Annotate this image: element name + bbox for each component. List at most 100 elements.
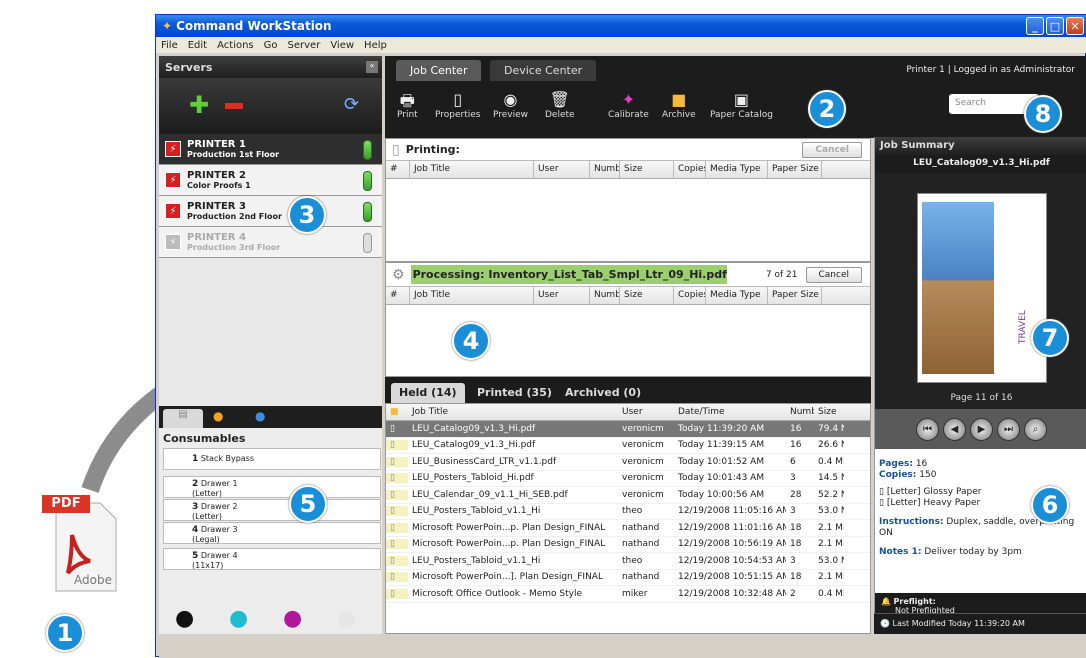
tray-item[interactable]: 5 Drawer 4 (11x17)	[163, 548, 381, 570]
job-list-tabs: Held (14) Printed (35) Archived (0)	[385, 377, 871, 403]
user-cell: veronicm	[622, 473, 664, 484]
number-cell: 16	[790, 423, 802, 434]
tray-item[interactable]: 3 Drawer 2 (Letter)	[163, 499, 381, 521]
col-number[interactable]: Numbe	[590, 161, 620, 178]
col-copies[interactable]: Copies	[674, 161, 706, 178]
menu-file[interactable]: File	[161, 40, 178, 51]
size-cell: 26.6 N	[818, 440, 844, 451]
menu-view[interactable]: View	[330, 40, 354, 51]
col-job-title[interactable]: Job Title	[408, 407, 618, 417]
server-list: ⚡ PRINTER 1 Production 1st Floor ⚡ PRINTE…	[159, 134, 382, 420]
tab-job-center[interactable]: Job Center	[396, 60, 482, 81]
previous-page-button[interactable]: ◀	[943, 417, 966, 441]
col-media-type[interactable]: Media Type	[706, 161, 768, 178]
table-row[interactable]: ▯ LEU_Catalog09_v1.3_Hi.pdf veronicm Today …	[386, 421, 870, 438]
col-user[interactable]: User	[534, 287, 590, 304]
cancel-printing-button[interactable]: Cancel	[802, 141, 862, 158]
server-item-printer2[interactable]: ⚡ PRINTER 2 Color Proofs 1	[159, 165, 382, 196]
tray-item[interactable]: 1 Stack Bypass	[163, 448, 381, 470]
col-paper-size[interactable]: Paper Size	[768, 161, 822, 178]
preview-button[interactable]: ◉ Preview	[493, 90, 528, 120]
paper-catalog-button[interactable]: ▣ Paper Catalog	[710, 90, 773, 120]
col-job-title[interactable]: Job Title	[410, 287, 534, 304]
col-num[interactable]: #	[386, 287, 410, 304]
refresh-icon[interactable]: ⟳	[344, 94, 359, 115]
col-user[interactable]: User	[534, 161, 590, 178]
menu-help[interactable]: Help	[364, 40, 387, 51]
number-cell: 2	[790, 588, 796, 599]
table-row[interactable]: ▯ LEU_Posters_Tabloid_v1.1_Hi theo 12/19/20…	[386, 553, 870, 570]
col-size[interactable]: Size	[814, 407, 844, 417]
tray-number: 2	[192, 479, 199, 489]
zoom-icon[interactable]: ⌕	[1024, 417, 1047, 441]
table-row[interactable]: ▯ Microsoft PowerPoin...p. Plan Design_FI…	[386, 520, 870, 537]
col-copies[interactable]: Copies	[674, 287, 706, 304]
table-row[interactable]: ▯ Microsoft Office Outlook - Memo Style mi…	[386, 586, 870, 603]
table-row[interactable]: ▯ LEU_Posters_Tabloid_Hi.pdf veronicm Today…	[386, 471, 870, 487]
tab-device-center[interactable]: Device Center	[490, 60, 597, 81]
archive-button[interactable]: ■ Archive	[662, 90, 696, 120]
col-job-title[interactable]: Job Title	[410, 161, 534, 178]
paper-catalog-icon: ▣	[733, 90, 750, 109]
delete-button[interactable]: 🗑 Delete	[545, 90, 575, 120]
menu-go[interactable]: Go	[264, 40, 278, 51]
minimize-button[interactable]: _	[1026, 17, 1044, 35]
close-button[interactable]: ✕	[1066, 17, 1084, 35]
table-row[interactable]: ▯ Microsoft PowerPoin...]. Plan Design_FI…	[386, 570, 870, 586]
datetime-cell: Today 10:00:56 AM	[678, 489, 765, 500]
col-size[interactable]: Size	[620, 161, 674, 178]
job-title-cell: LEU_Posters_Tabloid_v1.1_Hi	[412, 506, 541, 517]
col-paper-size[interactable]: Paper Size	[768, 287, 822, 304]
size-cell: 2.1 MI	[818, 572, 844, 583]
col-size[interactable]: Size	[620, 287, 674, 304]
next-page-button[interactable]: ▶	[970, 417, 993, 441]
remove-server-icon[interactable]	[225, 103, 243, 109]
table-row[interactable]: ▯ LEU_Calendar_09_v1.1_Hi_SEB.pdf veronicm…	[386, 487, 870, 504]
table-row[interactable]: ▯ Microsoft PowerPoin...p. Plan Design_FI…	[386, 537, 870, 553]
first-page-button[interactable]: ⏮	[916, 417, 939, 441]
tab-printed[interactable]: Printed (35)	[469, 383, 560, 403]
consumables-panel: Consumables 1 Stack Bypass 2 Drawer 1 (Le…	[159, 428, 382, 634]
badge-7: 7	[1031, 319, 1069, 357]
server-location: Production 3rd Floor	[187, 243, 281, 252]
tray-item[interactable]: 4 Drawer 3 (Legal)	[163, 522, 381, 544]
server-item-printer4[interactable]: ⚡ PRINTER 4 Production 3rd Floor	[159, 227, 382, 258]
tab-held[interactable]: Held (14)	[391, 383, 465, 403]
user-cell: veronicm	[622, 423, 664, 434]
datetime-cell: 12/19/2008 11:05:16 AM	[678, 506, 786, 517]
menu-edit[interactable]: Edit	[188, 40, 207, 51]
tab-archived[interactable]: Archived (0)	[557, 383, 649, 403]
tray-size: (Letter)	[192, 512, 222, 521]
preview-icon: ◉	[503, 90, 518, 109]
col-user[interactable]: User	[618, 407, 674, 417]
server-item-printer3[interactable]: ⚡ PRINTER 3 Production 2nd Floor	[159, 196, 382, 227]
collapse-icon[interactable]: «	[366, 61, 378, 73]
col-media-type[interactable]: Media Type	[706, 287, 768, 304]
calibrate-button[interactable]: ✦ Calibrate	[608, 90, 649, 120]
col-number[interactable]: Numbe	[590, 287, 620, 304]
menu-server[interactable]: Server	[288, 40, 321, 51]
menu-actions[interactable]: Actions	[217, 40, 254, 51]
job-title-cell: Microsoft PowerPoin...p. Plan Design_FIN…	[412, 539, 606, 550]
chat-icon[interactable]: ●	[213, 409, 223, 423]
tab-consumables-icon[interactable]: ▤	[163, 409, 203, 428]
add-server-icon[interactable]: ✚	[189, 93, 209, 117]
table-row[interactable]: ▯ LEU_Posters_Tabloid_v1.1_Hi theo 12/19/20…	[386, 504, 870, 520]
col-num[interactable]: #	[386, 161, 410, 178]
table-row[interactable]: ▯ LEU_Catalog09_v1.3_Hi.pdf veronicm Today …	[386, 438, 870, 454]
properties-button[interactable]: ▯ Properties	[435, 90, 480, 120]
maximize-button[interactable]: □	[1046, 17, 1064, 35]
col-number[interactable]: Numbe	[786, 407, 814, 417]
last-page-button[interactable]: ⏭	[997, 417, 1020, 441]
cancel-processing-button[interactable]: Cancel	[805, 266, 862, 283]
servers-toolbar: ✚ ⟳	[159, 78, 382, 134]
col-datetime[interactable]: Date/Time	[674, 407, 786, 417]
server-name: PRINTER 1	[187, 139, 246, 150]
print-button[interactable]: 🖶 Print	[397, 90, 418, 120]
printer-icon: ⚡	[165, 203, 181, 219]
tray-item[interactable]: 2 Drawer 1 (Letter)	[163, 476, 381, 498]
table-row[interactable]: ▯ LEU_BusinessCard_LTR_v1.1.pdf veronicm To…	[386, 454, 870, 471]
info-icon[interactable]: ●	[255, 409, 265, 423]
server-item-printer1[interactable]: ⚡ PRINTER 1 Production 1st Floor	[159, 134, 382, 165]
tray-name: Drawer 1	[200, 479, 238, 488]
